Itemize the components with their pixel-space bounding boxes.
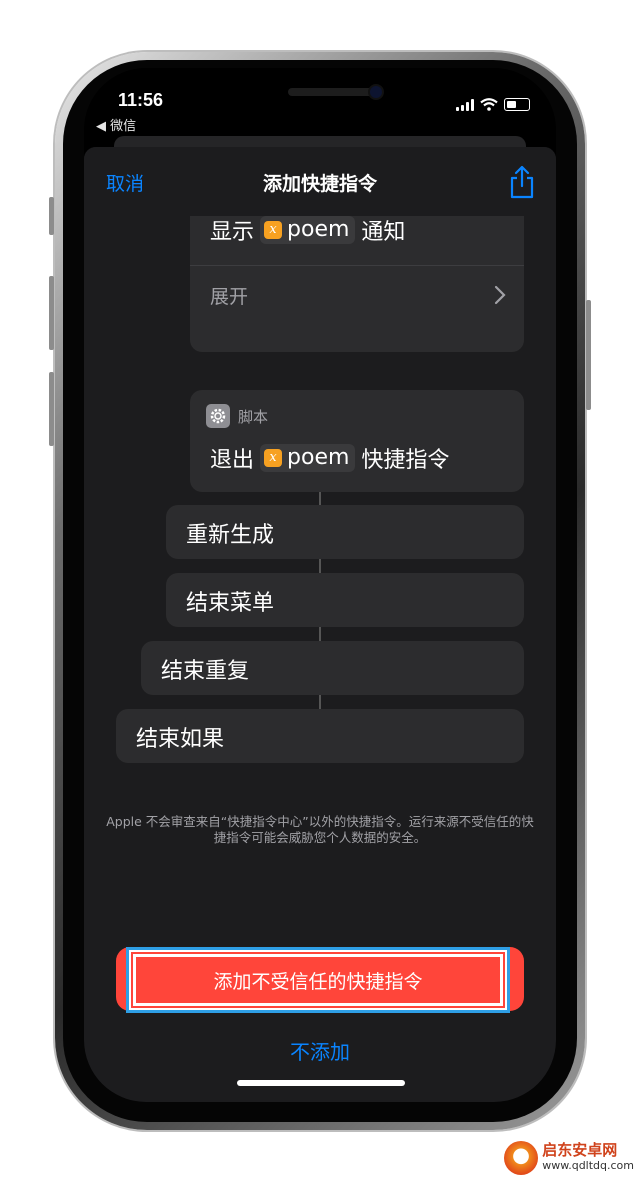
variable-token[interactable]: x poem — [260, 444, 356, 472]
wifi-icon — [480, 98, 498, 111]
status-time: 11:56 — [118, 90, 164, 110]
expand-row[interactable]: 展开 — [210, 280, 506, 310]
watermark-logo — [504, 1141, 539, 1175]
battery-icon — [504, 98, 530, 111]
block-label: 重新生成 — [186, 523, 275, 548]
site-watermark: 启东安卓网 www.qdltdq.com — [504, 1141, 634, 1175]
silent-switch — [49, 197, 54, 235]
flow-connector — [319, 492, 321, 506]
variable-icon: x — [264, 220, 283, 239]
status-icons — [456, 98, 530, 111]
flow-connector — [319, 627, 321, 641]
variable-name: poem — [287, 217, 350, 242]
block-label: 结束菜单 — [186, 591, 275, 616]
volume-up-button — [49, 276, 54, 350]
chevron-right-icon — [494, 285, 506, 305]
volume-down-button — [49, 372, 54, 446]
dont-add-button[interactable]: 不添加 — [84, 1036, 556, 1065]
watermark-title: 启东安卓网 — [542, 1141, 618, 1159]
exit-shortcut-action[interactable]: 脚本 退出 x poem 快捷指令 — [190, 390, 524, 492]
variable-name: poem — [287, 445, 350, 470]
sheet-navbar: 取消 添加快捷指令 — [84, 147, 556, 216]
status-bar: 11:56 ◀ 微信 — [84, 68, 556, 138]
block-label: 结束如果 — [136, 727, 225, 752]
action-object: 通知 — [361, 220, 406, 245]
shortcut-actions-list: 通知 显示 x poem 通知 展开 — [84, 216, 556, 1102]
flow-connector — [319, 559, 321, 573]
block-end-menu[interactable]: 结束菜单 — [166, 573, 524, 627]
action-description: 显示 x poem 通知 — [210, 216, 405, 246]
action-object: 快捷指令 — [361, 448, 450, 473]
untrusted-warning-text: Apple 不会审查来自“快捷指令中心”以外的快捷指令。运行来源不受信任的快捷指… — [106, 814, 534, 845]
power-button — [586, 300, 591, 410]
action-category-label: 脚本 — [238, 407, 269, 426]
watermark-url: www.qdltdq.com — [542, 1159, 634, 1172]
add-shortcut-sheet: 取消 添加快捷指令 通知 显示 x poem — [84, 147, 556, 1102]
phone-screen: 11:56 ◀ 微信 取消 添加快捷指令 显示 x poem 通知 展开 脚本 … — [84, 68, 556, 1102]
block-label: 结束重复 — [161, 659, 250, 684]
show-notification-action[interactable]: 通知 显示 x poem 通知 展开 — [190, 216, 524, 352]
gear-icon — [206, 404, 230, 428]
sheet-title: 添加快捷指令 — [262, 173, 377, 195]
divider — [190, 265, 524, 266]
expand-label: 展开 — [210, 285, 249, 308]
home-indicator[interactable] — [237, 1080, 405, 1086]
block-end-if[interactable]: 结束如果 — [116, 709, 524, 763]
block-regenerate[interactable]: 重新生成 — [166, 505, 524, 559]
signal-icon — [456, 98, 474, 111]
block-end-repeat[interactable]: 结束重复 — [141, 641, 524, 695]
variable-token[interactable]: x poem — [260, 216, 356, 244]
flow-connector — [319, 695, 321, 709]
action-category: 脚本 — [206, 404, 268, 428]
action-description: 退出 x poem 快捷指令 — [210, 442, 449, 474]
add-untrusted-shortcut-button[interactable]: 添加不受信任的快捷指令 — [126, 947, 510, 1013]
action-verb: 显示 — [210, 220, 255, 245]
watermark-text: 启东安卓网 www.qdltdq.com — [542, 1143, 634, 1173]
variable-icon: x — [264, 448, 283, 467]
back-to-app-link[interactable]: ◀ 微信 — [96, 115, 136, 134]
share-icon[interactable] — [508, 165, 536, 199]
action-verb: 退出 — [210, 448, 255, 473]
